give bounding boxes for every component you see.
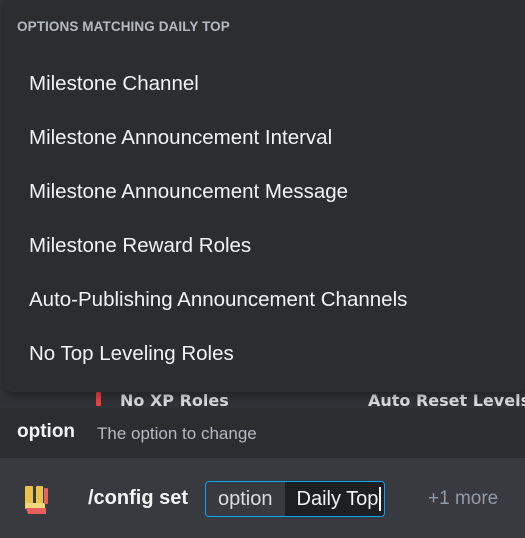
more-options-button[interactable]: +1 more bbox=[428, 488, 498, 510]
option-milestone-announcement-interval[interactable]: Milestone Announcement Interval bbox=[4, 111, 525, 165]
bot-app-icon bbox=[25, 486, 48, 514]
option-auto-publishing-channels[interactable]: Auto-Publishing Announcement Channels bbox=[4, 273, 525, 327]
option-no-top-leveling-roles[interactable]: No Top Leveling Roles bbox=[4, 327, 525, 381]
option-milestone-announcement-message[interactable]: Milestone Announcement Message bbox=[4, 165, 525, 219]
option-name: option bbox=[17, 421, 76, 442]
command-input-bar[interactable]: /config set option Daily Top +1 more bbox=[0, 458, 525, 538]
command-name: /config set bbox=[88, 487, 189, 509]
option-parameter-pill[interactable]: option Daily Top bbox=[205, 481, 386, 517]
text-caret bbox=[379, 487, 382, 511]
autocomplete-popup: OPTIONS MATCHING DAILY TOP Milestone Cha… bbox=[4, 0, 525, 392]
autocomplete-header: OPTIONS MATCHING DAILY TOP bbox=[17, 19, 230, 34]
parameter-label: option bbox=[206, 482, 285, 516]
option-description: The option to change bbox=[97, 424, 257, 443]
option-milestone-channel[interactable]: Milestone Channel bbox=[4, 57, 525, 111]
parameter-value-text: Daily Top bbox=[296, 487, 379, 510]
autocomplete-options: Milestone Channel Milestone Announcement… bbox=[4, 57, 525, 381]
embed-accent-bar bbox=[96, 392, 101, 406]
parameter-value-input[interactable]: Daily Top bbox=[284, 482, 385, 516]
option-milestone-reward-roles[interactable]: Milestone Reward Roles bbox=[4, 219, 525, 273]
option-info-bar: option The option to change bbox=[0, 408, 525, 458]
